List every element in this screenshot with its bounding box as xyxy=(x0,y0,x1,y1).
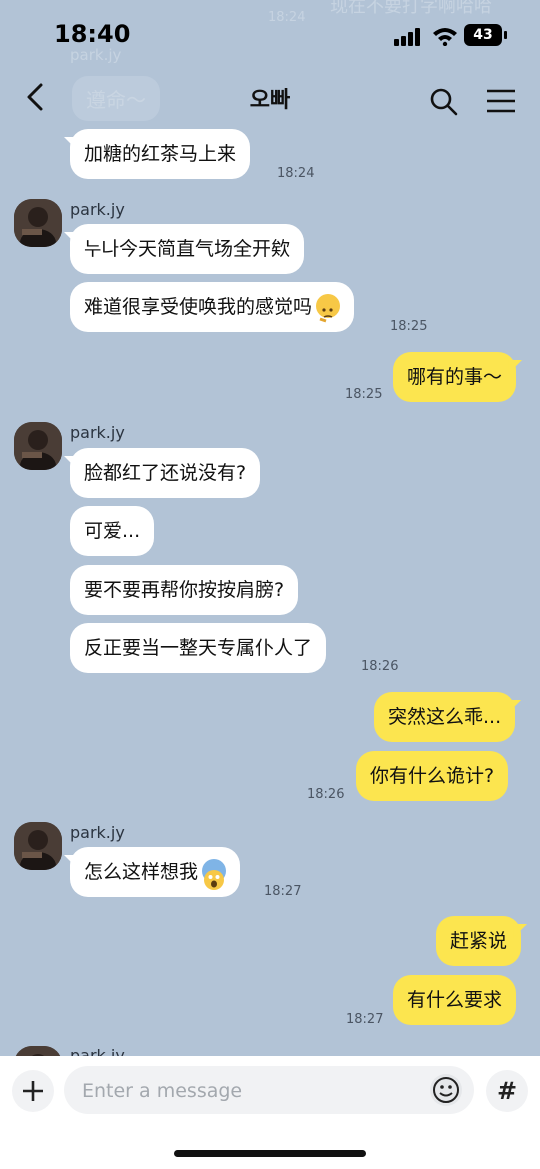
message-bubble[interactable]: 反正要当一整天专属仆人了 xyxy=(70,623,327,673)
message-text: 突然这么乖... xyxy=(388,706,502,728)
wifi-icon xyxy=(433,28,457,46)
message-time: 18:27 xyxy=(264,884,302,899)
message-text: 反正要当一整天专属仆人了 xyxy=(84,637,313,659)
back-arrow-icon[interactable] xyxy=(20,80,54,114)
battery-indicator: 43 xyxy=(464,24,507,46)
emoji-icon[interactable] xyxy=(430,1074,462,1106)
message-bubble[interactable]: 突然这么乖... xyxy=(374,692,516,742)
sender-name: park.jy xyxy=(70,200,125,219)
menu-icon[interactable] xyxy=(484,86,518,116)
sender-name: park.jy xyxy=(70,423,125,442)
hashtag-icon[interactable]: # xyxy=(486,1070,528,1112)
message-text: 怎么这样想我 xyxy=(84,861,199,883)
message-time: 18:25 xyxy=(390,319,428,334)
message-bubble[interactable]: 要不要再帮你按按肩膀? xyxy=(70,565,299,615)
avatar[interactable] xyxy=(14,1046,62,1056)
message-bubble[interactable]: 难道很享受使唤我的感觉吗 xyxy=(70,282,355,332)
message-bubble[interactable]: 哪有的事～ xyxy=(393,352,517,402)
message-text: 脸都红了还说没有? xyxy=(84,462,247,484)
sender-name: park.jy xyxy=(70,1046,125,1056)
plus-icon[interactable] xyxy=(12,1070,54,1112)
status-bar: 18:40 43 xyxy=(0,0,540,70)
message-input-container[interactable] xyxy=(64,1066,474,1116)
message-bubble[interactable]: 加糖的红茶马上来 xyxy=(70,129,251,179)
message-text: 누나今天简直气场全开欸 xyxy=(84,238,290,260)
home-indicator xyxy=(174,1150,366,1157)
message-bubble[interactable]: 你有什么诡计? xyxy=(356,751,509,801)
sender-name: park.jy xyxy=(70,823,125,842)
message-bubble[interactable]: 누나今天简直气场全开欸 xyxy=(70,224,304,274)
message-bubble[interactable]: 有什么要求 xyxy=(393,975,517,1025)
message-text: 有什么要求 xyxy=(407,989,503,1011)
avatar[interactable] xyxy=(14,199,62,247)
message-text: 要不要再帮你按按肩膀? xyxy=(84,579,285,601)
message-text: 你有什么诡计? xyxy=(370,765,495,787)
thinking-face-icon xyxy=(316,293,341,322)
message-input[interactable] xyxy=(80,1066,424,1116)
message-time: 18:26 xyxy=(307,787,345,802)
message-time: 18:25 xyxy=(345,387,383,402)
message-time: 18:27 xyxy=(346,1012,384,1027)
screaming-face-icon xyxy=(202,858,227,890)
message-text: 难道很享受使唤我的感觉吗 xyxy=(84,296,313,318)
status-time: 18:40 xyxy=(54,20,131,48)
message-text: 加糖的红茶马上来 xyxy=(84,143,237,165)
message-text: 可爱... xyxy=(84,520,141,542)
avatar[interactable] xyxy=(14,422,62,470)
message-bubble[interactable]: 赶紧说 xyxy=(436,916,522,966)
search-icon[interactable] xyxy=(428,86,460,118)
message-bubble[interactable]: 可爱... xyxy=(70,506,155,556)
message-list[interactable]: 加糖的红茶马上来 18:24 park.jy 누나今天简直气场全开欸 难道很享受… xyxy=(0,126,540,1056)
message-bubble[interactable]: 脸都红了还说没有? xyxy=(70,448,261,498)
message-time: 18:26 xyxy=(361,659,399,674)
avatar[interactable] xyxy=(14,822,62,870)
cellular-signal-icon xyxy=(394,28,422,46)
message-bubble[interactable]: 怎么这样想我 xyxy=(70,847,241,897)
message-text: 赶紧说 xyxy=(450,930,508,952)
message-time: 18:24 xyxy=(277,166,315,181)
chat-header: 오빠 xyxy=(0,70,540,126)
message-text: 哪有的事～ xyxy=(407,366,503,388)
